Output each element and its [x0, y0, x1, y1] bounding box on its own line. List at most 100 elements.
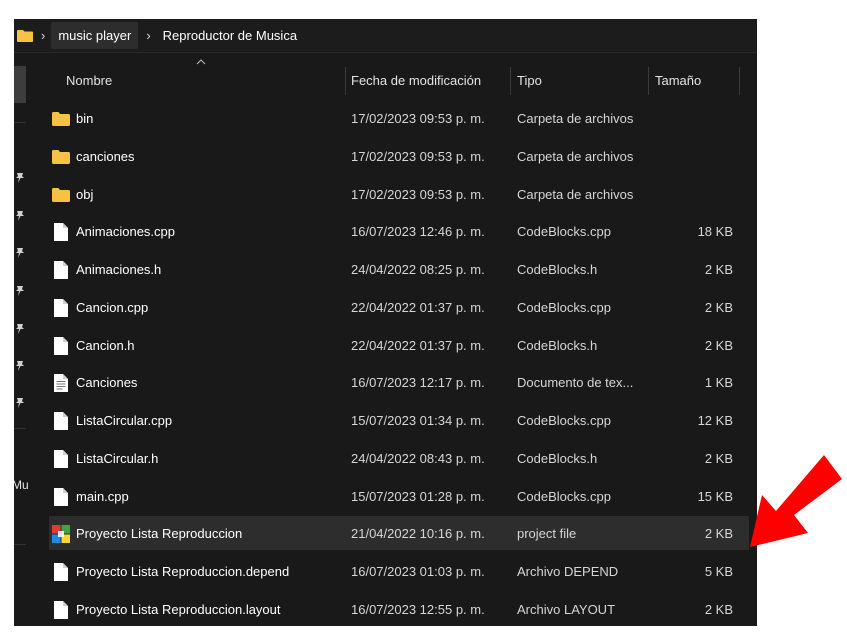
file-date-modified: 24/04/2022 08:25 p. m.	[351, 262, 485, 277]
file-date-modified: 24/04/2022 08:43 p. m.	[351, 450, 485, 466]
column-header-type[interactable]: Tipo	[517, 73, 542, 88]
column-header-name[interactable]: Nombre	[66, 73, 112, 88]
file-date-modified: 21/04/2022 10:16 p. m.	[351, 526, 485, 542]
divider	[14, 428, 26, 429]
file-row[interactable]: ListaCircular.cpp 15/07/2023 01:34 p. m. C…	[49, 403, 749, 437]
file-date-modified: 16/07/2023 12:55 p. m.	[351, 601, 485, 617]
chevron-right-icon[interactable]: ›	[41, 28, 45, 43]
file-icon	[52, 223, 70, 242]
file-type: Carpeta de archivos	[517, 111, 634, 126]
file-row[interactable]: Cancion.h 22/04/2022 01:37 p. m. CodeBlock…	[49, 328, 749, 362]
file-size: 2 KB	[704, 526, 733, 542]
pin-icon	[16, 211, 24, 221]
breadcrumb-item-reproductor[interactable]: Reproductor de Musica	[157, 22, 303, 49]
file-row[interactable]: Proyecto Lista Reproduccion.depend 16/07/…	[49, 554, 749, 588]
file-name: ListaCircular.h	[76, 450, 159, 466]
red-arrow-annotation	[750, 455, 842, 547]
nav-selected-item[interactable]	[14, 66, 26, 103]
file-type: CodeBlocks.cpp	[517, 413, 611, 428]
file-name: Cancion.cpp	[76, 299, 149, 315]
file-date-modified: 17/02/2023 09:53 p. m.	[351, 148, 485, 164]
file-row[interactable]: Proyecto Lista Reproduccion.layout 16/07/…	[49, 592, 749, 626]
file-icon	[52, 336, 70, 355]
file-row[interactable]: Proyecto Lista Reproduccion 21/04/2022 10…	[49, 516, 749, 551]
file-row[interactable]: bin 17/02/2023 09:53 p. m. Carpeta de arch…	[49, 101, 749, 135]
file-name: Proyecto Lista Reproduccion.depend	[76, 564, 290, 579]
file-name: Proyecto Lista Reproduccion.layout	[76, 601, 281, 617]
file-size: 18 KB	[697, 224, 733, 240]
file-date-modified: 15/07/2023 01:34 p. m.	[351, 413, 485, 428]
file-name: Cancion.h	[76, 337, 135, 353]
file-date-modified: 22/04/2022 01:37 p. m.	[351, 337, 485, 353]
pin-icon	[16, 248, 24, 258]
file-date-modified: 17/02/2023 09:53 p. m.	[351, 111, 485, 126]
file-type: CodeBlocks.cpp	[517, 488, 611, 504]
file-type: Carpeta de archivos	[517, 186, 634, 202]
file-row[interactable]: obj 17/02/2023 09:53 p. m. Carpeta de arch…	[49, 177, 749, 211]
file-type: Documento de tex...	[517, 375, 634, 391]
pin-icon	[16, 398, 24, 408]
divider	[14, 544, 26, 545]
address-bar[interactable]: › music player › Reproductor de Musica	[14, 19, 757, 52]
file-date-modified: 22/04/2022 01:37 p. m.	[351, 299, 485, 315]
navigation-pane: Mu	[14, 53, 34, 626]
column-header-date[interactable]: Fecha de modificación	[351, 73, 481, 88]
file-type: Archivo LAYOUT	[517, 601, 616, 617]
file-icon	[52, 600, 70, 619]
file-row[interactable]: ListaCircular.h 24/04/2022 08:43 p. m. Cod…	[49, 441, 749, 475]
column-divider[interactable]	[739, 67, 740, 95]
file-date-modified: 17/02/2023 09:53 p. m.	[351, 186, 485, 202]
file-size: 2 KB	[704, 450, 733, 466]
file-date-modified: 16/07/2023 12:46 p. m.	[351, 224, 485, 240]
file-row[interactable]: Canciones 16/07/2023 12:17 p. m. Documento…	[49, 365, 749, 399]
file-date-modified: 16/07/2023 12:17 p. m.	[351, 375, 485, 391]
file-name: Canciones	[76, 375, 138, 391]
chevron-right-icon[interactable]: ›	[146, 28, 150, 43]
arrow-shape	[750, 455, 842, 547]
file-type: CodeBlocks.cpp	[517, 224, 611, 240]
file-type: CodeBlocks.h	[517, 450, 598, 466]
file-type: Carpeta de archivos	[517, 148, 634, 164]
file-row[interactable]: Cancion.cpp 22/04/2022 01:37 p. m. CodeBlo…	[49, 290, 749, 324]
file-size: 12 KB	[697, 413, 733, 428]
file-name: canciones	[76, 148, 135, 164]
pin-icon	[16, 173, 24, 183]
file-name: Animaciones.h	[76, 262, 162, 277]
nav-item-label[interactable]: Mu	[14, 478, 29, 492]
file-row[interactable]: canciones 17/02/2023 09:53 p. m. Carpeta d…	[49, 139, 749, 173]
file-icon	[52, 298, 70, 317]
file-type: CodeBlocks.h	[517, 262, 598, 277]
column-header-size[interactable]: Tamaño	[655, 73, 701, 88]
file-row[interactable]: Animaciones.h 24/04/2022 08:25 p. m. CodeB…	[49, 252, 749, 286]
file-icon	[52, 563, 70, 581]
file-icon	[52, 261, 70, 279]
codeblocks-project-icon	[52, 525, 70, 544]
file-size: 2 KB	[704, 262, 733, 277]
file-size: 15 KB	[697, 488, 733, 504]
file-name: ListaCircular.cpp	[76, 413, 173, 428]
column-divider[interactable]	[510, 67, 511, 95]
file-row[interactable]: Animaciones.cpp 16/07/2023 12:46 p. m. Cod…	[49, 214, 749, 248]
column-divider[interactable]	[345, 67, 346, 95]
file-type: CodeBlocks.h	[517, 337, 598, 353]
file-explorer-window: › music player › Reproductor de Musica M…	[14, 19, 757, 626]
file-size: 2 KB	[704, 299, 733, 315]
file-row[interactable]: main.cpp 15/07/2023 01:28 p. m. CodeBlocks…	[49, 479, 749, 513]
pin-icon	[16, 361, 24, 371]
file-date-modified: 15/07/2023 01:28 p. m.	[351, 488, 485, 504]
file-type: project file	[517, 526, 577, 542]
breadcrumb-item-music-player[interactable]: music player	[51, 22, 139, 49]
file-size: 2 KB	[704, 601, 733, 617]
file-name: Animaciones.cpp	[76, 224, 175, 240]
file-icon	[52, 449, 70, 468]
file-size: 1 KB	[704, 375, 733, 391]
column-divider[interactable]	[648, 67, 649, 95]
pin-icon	[16, 286, 24, 296]
file-name: main.cpp	[76, 488, 129, 504]
file-name: Proyecto Lista Reproduccion	[76, 526, 243, 542]
folder-icon	[17, 29, 33, 42]
folder-icon	[52, 148, 70, 166]
file-type: CodeBlocks.cpp	[517, 299, 611, 315]
file-size: 2 KB	[704, 337, 733, 353]
sort-ascending-icon[interactable]	[196, 59, 206, 65]
